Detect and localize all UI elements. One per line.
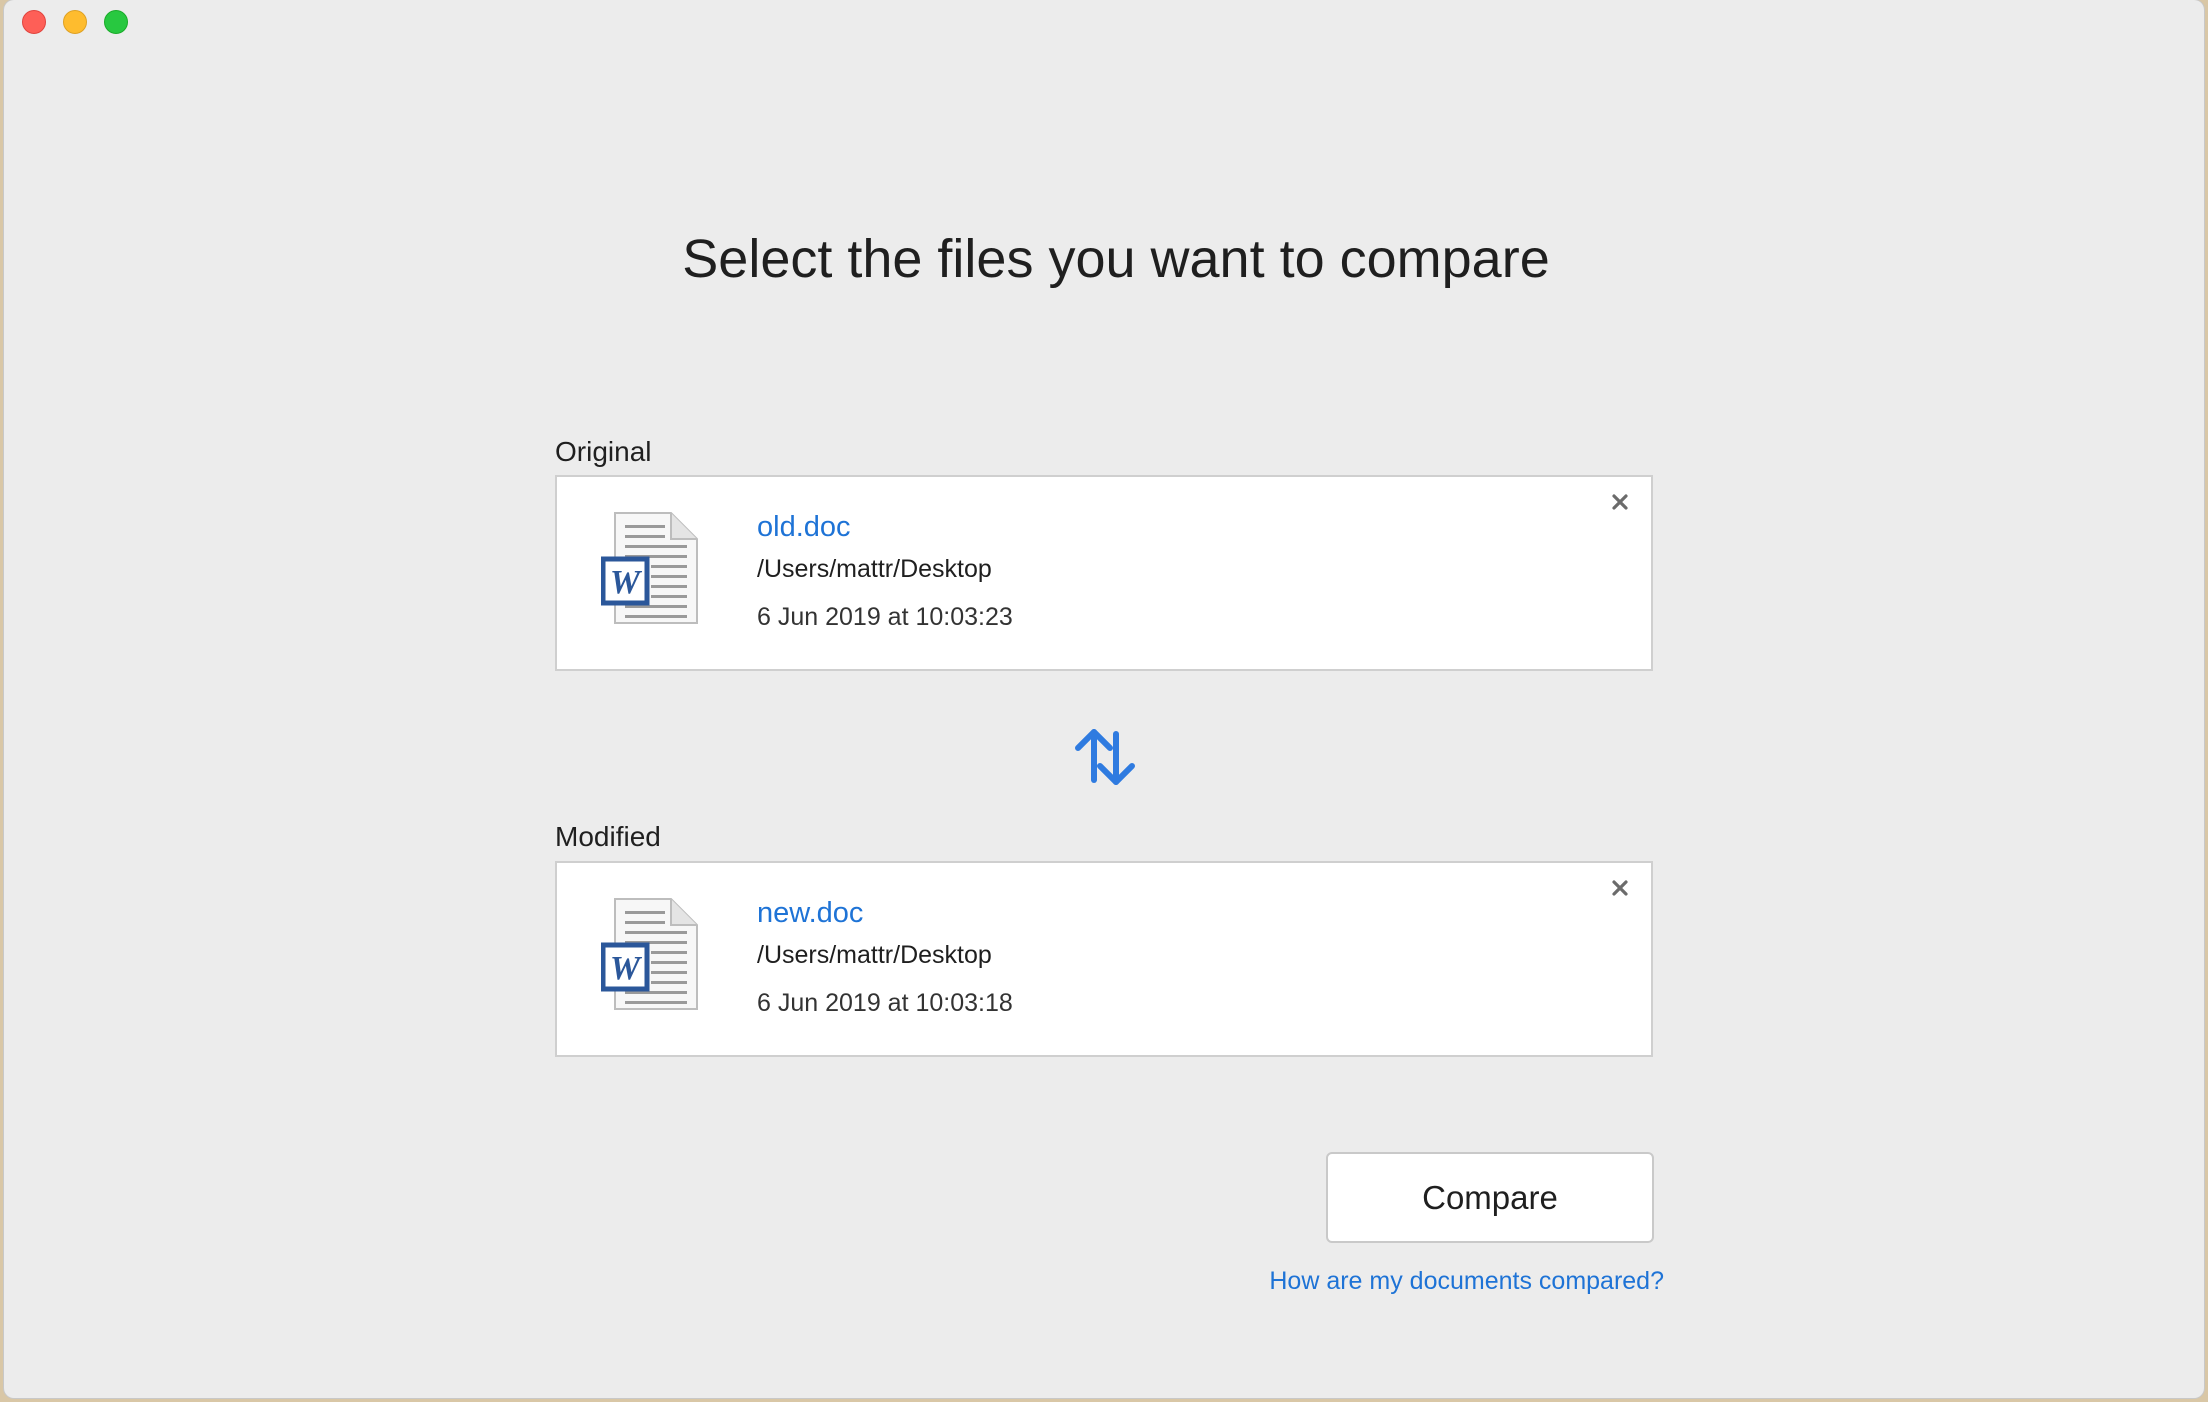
- compare-button[interactable]: Compare: [1326, 1152, 1654, 1243]
- swap-arrows-icon[interactable]: [1070, 722, 1140, 792]
- word-document-icon: W: [601, 898, 698, 1010]
- original-file-card[interactable]: W old.doc /Users/mattr/Desktop 6 Jun 201…: [555, 475, 1653, 671]
- page-title: Select the files you want to compare: [682, 229, 1550, 289]
- window-zoom-button[interactable]: [104, 10, 128, 34]
- close-icon[interactable]: [1607, 875, 1633, 901]
- svg-text:W: W: [610, 564, 643, 601]
- close-icon[interactable]: [1607, 489, 1633, 515]
- window-minimize-button[interactable]: [63, 10, 87, 34]
- window-close-button[interactable]: [22, 10, 46, 34]
- original-file-path: /Users/mattr/Desktop: [757, 555, 992, 583]
- original-file-date: 6 Jun 2019 at 10:03:23: [757, 603, 1013, 631]
- modified-file-name[interactable]: new.doc: [757, 897, 863, 930]
- original-file-name[interactable]: old.doc: [757, 511, 851, 544]
- window-controls: [22, 10, 128, 34]
- modified-file-card[interactable]: W new.doc /Users/mattr/Desktop 6 Jun 201…: [555, 861, 1653, 1057]
- modified-file-path: /Users/mattr/Desktop: [757, 941, 992, 969]
- modified-file-date: 6 Jun 2019 at 10:03:18: [757, 989, 1013, 1017]
- help-link[interactable]: How are my documents compared?: [1264, 1267, 1664, 1296]
- svg-text:W: W: [610, 950, 643, 987]
- app-window: Select the files you want to compare Ori…: [4, 0, 2204, 1398]
- word-document-icon: W: [601, 512, 698, 624]
- modified-label: Modified: [555, 821, 661, 852]
- original-label: Original: [555, 436, 652, 467]
